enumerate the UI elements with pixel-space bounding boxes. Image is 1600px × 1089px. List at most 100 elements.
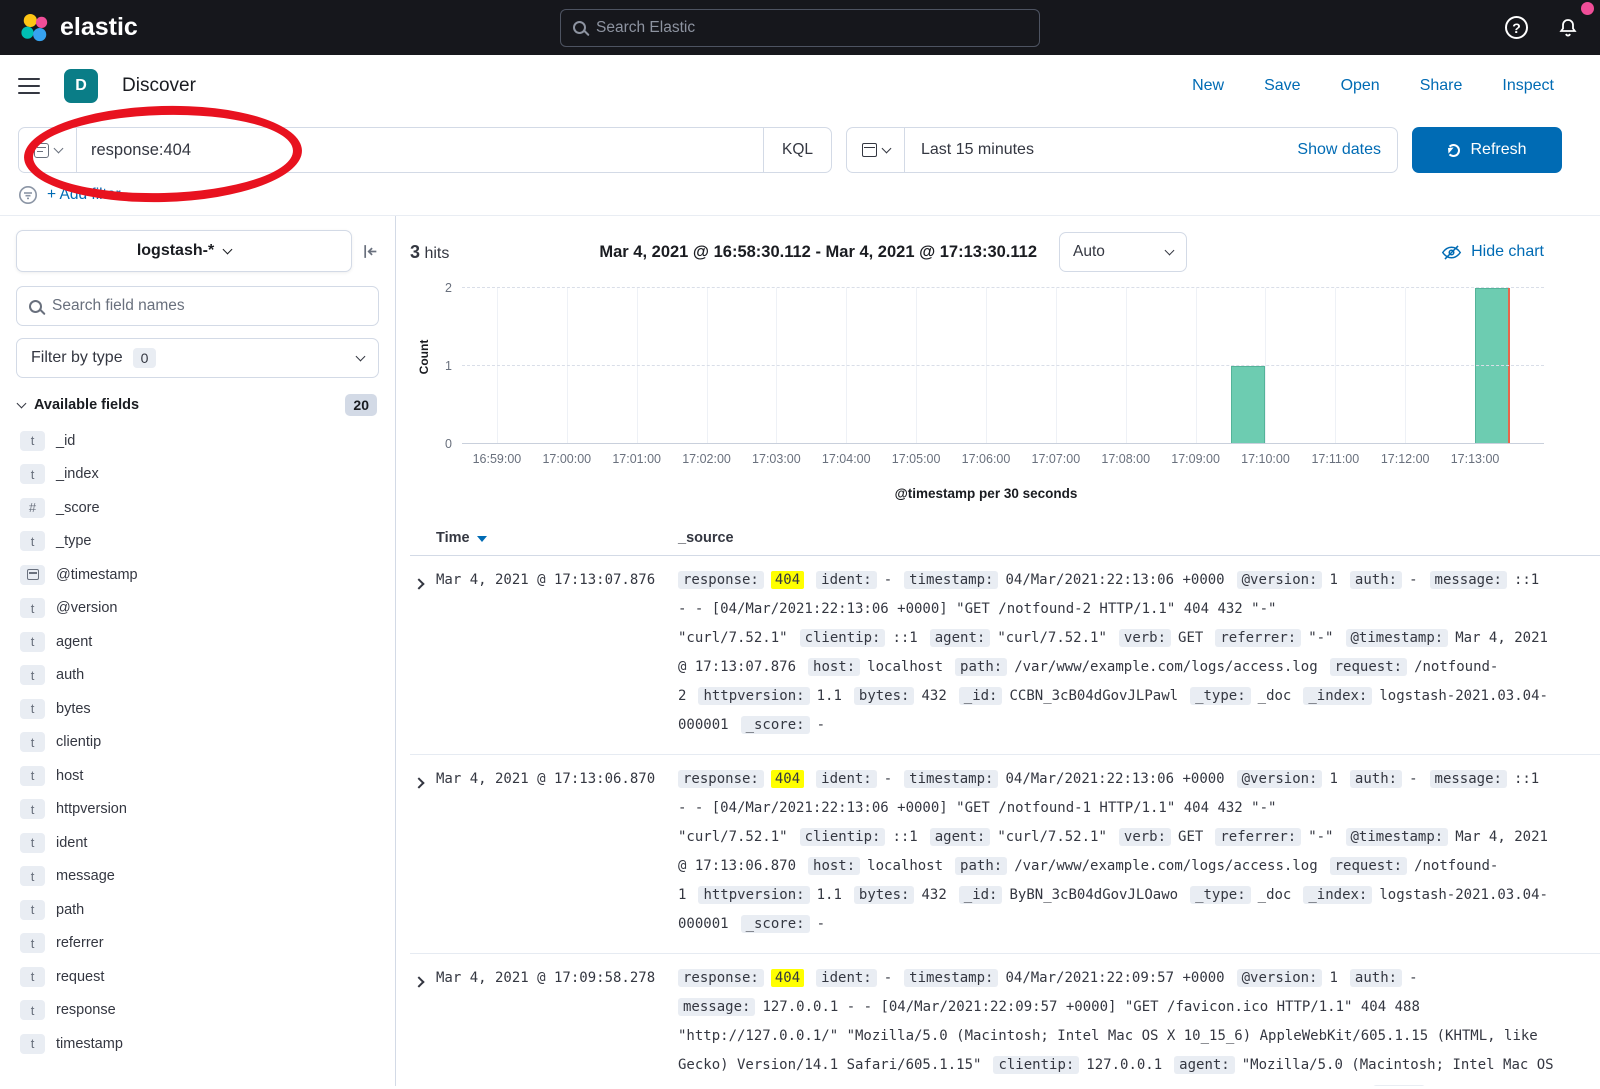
global-search-input[interactable] <box>596 19 1027 37</box>
date-picker-menu-button[interactable] <box>847 128 905 172</box>
filter-by-type-select[interactable]: Filter by type 0 <box>16 338 379 378</box>
doc-field-value: - <box>1409 970 1417 986</box>
field-item-_type[interactable]: t _type <box>16 525 379 559</box>
doc-field-value: 404 <box>771 571 804 589</box>
doc-field-value: CCBN_3cB04dGovJLPawl <box>1009 688 1178 704</box>
field-type-icon: t <box>20 464 45 484</box>
show-dates-button[interactable]: Show dates <box>1297 141 1397 159</box>
table-row: Mar 4, 2021 @ 17:13:06.870 response:404i… <box>410 755 1600 954</box>
menu-hamburger-icon[interactable] <box>18 78 40 95</box>
field-name: response <box>56 1002 116 1018</box>
field-item-_index[interactable]: t _index <box>16 458 379 492</box>
field-name: host <box>56 768 83 784</box>
doc-field-key: timestamp: <box>904 969 998 987</box>
chart-bar[interactable] <box>1475 288 1510 443</box>
field-item-@version[interactable]: t @version <box>16 592 379 626</box>
chart-y-tick-label: 0 <box>445 437 452 451</box>
index-pattern-selector[interactable]: logstash-* <box>16 230 352 272</box>
field-item-_id[interactable]: t _id <box>16 424 379 458</box>
refresh-button[interactable]: Refresh <box>1412 127 1562 173</box>
table-row: Mar 4, 2021 @ 17:13:07.876 response:404i… <box>410 556 1600 755</box>
field-item-clientip[interactable]: t clientip <box>16 726 379 760</box>
field-item-auth[interactable]: t auth <box>16 659 379 693</box>
field-item-path[interactable]: t path <box>16 893 379 927</box>
chart-title: @timestamp per 30 seconds <box>462 486 1510 501</box>
doc-field-value: localhost <box>867 858 943 874</box>
field-item-agent[interactable]: t agent <box>16 625 379 659</box>
field-item-timestamp[interactable]: t timestamp <box>16 1027 379 1061</box>
query-input[interactable] <box>77 141 763 160</box>
notification-dot <box>1581 2 1594 15</box>
doc-field-value: /var/www/example.com/logs/access.log <box>1014 659 1317 675</box>
doc-field-key: message: <box>678 998 755 1016</box>
doc-field-value: /var/www/example.com/logs/access.log <box>1014 858 1317 874</box>
doc-field-key: verb: <box>1119 629 1171 647</box>
nav-action-save[interactable]: Save <box>1264 77 1300 95</box>
field-item-ident[interactable]: t ident <box>16 826 379 860</box>
field-item-httpversion[interactable]: t httpversion <box>16 793 379 827</box>
doc-field-key: timestamp: <box>904 770 998 788</box>
field-item-bytes[interactable]: t bytes <box>16 692 379 726</box>
field-item-response[interactable]: t response <box>16 994 379 1028</box>
nav-action-share[interactable]: Share <box>1420 77 1463 95</box>
field-type-icon: t <box>20 967 45 987</box>
elastic-brand[interactable]: elastic <box>20 13 138 43</box>
chevron-down-icon <box>1165 245 1175 255</box>
field-name: path <box>56 902 84 918</box>
field-name: agent <box>56 634 92 650</box>
time-range-value[interactable]: Last 15 minutes <box>905 141 1297 159</box>
add-filter-button[interactable]: + Add filter <box>47 186 121 204</box>
field-name: referrer <box>56 935 104 951</box>
field-item-request[interactable]: t request <box>16 960 379 994</box>
expand-row-button[interactable] <box>410 566 436 593</box>
field-item-_score[interactable]: # _score <box>16 491 379 525</box>
doc-field-key: _index: <box>1303 886 1372 904</box>
chevron-down-icon <box>223 244 233 254</box>
nav-action-new[interactable]: New <box>1192 77 1224 95</box>
alerts-bell-icon[interactable] <box>1556 16 1580 40</box>
field-name: _score <box>56 500 100 516</box>
doc-field-key: auth: <box>1350 571 1402 589</box>
global-search[interactable] <box>560 9 1040 47</box>
doc-field-key: host: <box>808 658 860 676</box>
doc-field-key: _type: <box>1190 687 1251 705</box>
field-search[interactable] <box>16 286 379 326</box>
field-item-@timestamp[interactable]: @timestamp <box>16 558 379 592</box>
doc-field-key: clientip: <box>800 828 886 846</box>
doc-field-value: _doc <box>1258 887 1292 903</box>
field-item-host[interactable]: t host <box>16 759 379 793</box>
saved-query-menu-button[interactable] <box>19 128 77 172</box>
discover-app-badge[interactable]: D <box>64 69 98 103</box>
hide-chart-button[interactable]: Hide chart <box>1441 243 1544 261</box>
doc-field-key: _id: <box>959 687 1003 705</box>
field-name: request <box>56 969 104 985</box>
expand-row-button[interactable] <box>410 964 436 991</box>
field-name: @version <box>56 600 117 616</box>
field-name: bytes <box>56 701 91 717</box>
available-fields-header[interactable]: Available fields 20 <box>16 394 379 416</box>
chart-vgridline <box>1056 288 1057 443</box>
field-item-referrer[interactable]: t referrer <box>16 927 379 961</box>
field-search-input[interactable] <box>52 297 366 315</box>
nav-action-open[interactable]: Open <box>1341 77 1380 95</box>
chart-x-tick-label: 17:03:00 <box>752 452 801 466</box>
doc-field-key: @version: <box>1237 770 1323 788</box>
histogram-interval-select[interactable]: Auto <box>1059 232 1187 272</box>
doc-source: response:404ident:-timestamp:04/Mar/2021… <box>678 964 1600 1086</box>
help-icon[interactable]: ? <box>1505 16 1528 39</box>
field-item-message[interactable]: t message <box>16 860 379 894</box>
kql-toggle-button[interactable]: KQL <box>763 128 831 172</box>
doc-field-value: - <box>1409 771 1417 787</box>
chart-vgridline <box>986 288 987 443</box>
hits-bar: 3 hits Mar 4, 2021 @ 16:58:30.112 - Mar … <box>396 216 1600 278</box>
chevron-right-icon <box>413 578 424 589</box>
collapse-sidebar-icon[interactable] <box>362 243 379 260</box>
chart-bar[interactable] <box>1231 366 1266 444</box>
expand-row-button[interactable] <box>410 765 436 792</box>
filter-funnel-icon[interactable] <box>18 185 38 205</box>
table-row: Mar 4, 2021 @ 17:09:58.278 response:404i… <box>410 954 1600 1086</box>
nav-action-inspect[interactable]: Inspect <box>1502 77 1554 95</box>
doc-field-value: 1.1 <box>817 688 842 704</box>
time-column-header[interactable]: Time <box>436 530 678 546</box>
doc-field-key: bytes: <box>854 687 915 705</box>
